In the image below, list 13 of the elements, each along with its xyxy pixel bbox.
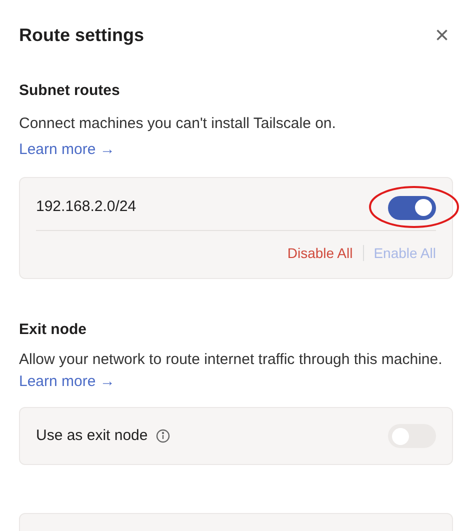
dialog-title: Route settings — [19, 24, 144, 47]
learn-more-link[interactable]: Learn more → — [19, 373, 115, 390]
section-heading: Subnet routes — [19, 81, 121, 101]
toggle-switch[interactable] — [388, 196, 436, 220]
info-icon[interactable] — [156, 429, 170, 443]
close-button[interactable]: × — [434, 24, 449, 48]
section-heading: Exit node — [19, 320, 88, 340]
route-address: 192.168.2.0/24 — [36, 197, 136, 218]
learn-more-link[interactable]: Learn more → — [19, 140, 115, 158]
section-description: Allow your network to route internet traffic through this machine. Learn more → — [19, 350, 444, 392]
section-description: Connect machines you can't install Tailscale on. — [19, 114, 337, 134]
route-action-button[interactable]: Disable All — [287, 242, 353, 264]
option-label: Use as exit node — [36, 426, 148, 446]
